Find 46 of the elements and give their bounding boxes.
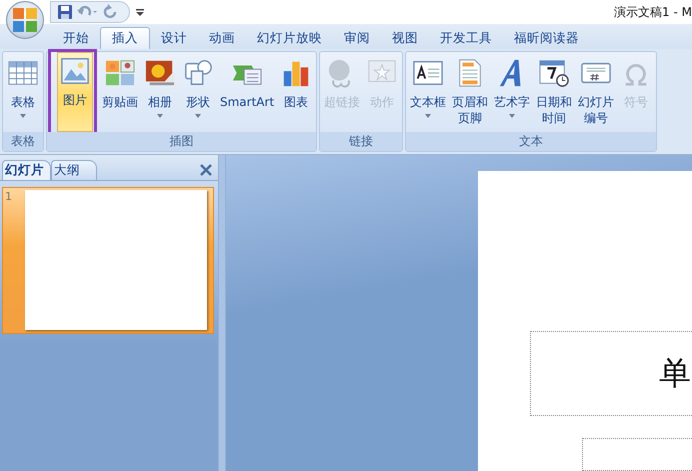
slide-number: 1: [5, 190, 13, 205]
textbox-icon: [412, 58, 444, 88]
ribbon-tab[interactable]: 福昕阅读器: [503, 27, 590, 49]
shapes-icon: [182, 58, 214, 88]
customize-menu-icon[interactable]: [136, 8, 144, 16]
caret-icon: [425, 114, 432, 118]
redo-icon[interactable]: [103, 4, 119, 20]
group-label: 表格: [3, 132, 43, 151]
caret-icon: [195, 114, 201, 118]
ribbon-tab[interactable]: 设计: [150, 27, 198, 49]
ribbon-tab[interactable]: 插入: [100, 27, 150, 49]
ribbon-tab[interactable]: 视图: [381, 27, 429, 49]
pane-tab[interactable]: 幻灯片: [2, 160, 51, 180]
ribbon-button[interactable]: 艺术字: [492, 54, 532, 132]
datetime-icon: [538, 58, 570, 88]
window-title: 演示文稿1 - M: [614, 4, 692, 20]
pane-tab[interactable]: 大纲: [51, 160, 97, 180]
ribbon-tab[interactable]: 动画: [198, 27, 246, 49]
group-label: 插图: [47, 132, 316, 151]
title-text: 单: [659, 352, 691, 394]
album-icon: [144, 58, 176, 88]
ribbon-button[interactable]: 日期和 时间: [534, 54, 574, 132]
ribbon-tab[interactable]: 审阅: [333, 27, 381, 49]
ribbon-button[interactable]: 幻灯片 编号: [576, 54, 616, 132]
title-placeholder[interactable]: 单: [530, 331, 692, 416]
ribbon-button[interactable]: 相册: [142, 54, 178, 132]
ribbon-button[interactable]: 图表: [278, 54, 314, 132]
ribbon-button[interactable]: SmartArt: [218, 54, 276, 132]
group-label: 文本: [406, 132, 656, 151]
ribbon-button[interactable]: 表格: [5, 54, 41, 132]
caret-icon: [20, 114, 26, 118]
save-icon[interactable]: [57, 4, 73, 20]
ribbon-tab[interactable]: 开发工具: [429, 27, 503, 49]
group-label: 链接: [320, 132, 402, 151]
caret-icon: [509, 114, 516, 118]
ribbon-button[interactable]: 页眉和 页脚: [450, 54, 490, 132]
ribbon-tab[interactable]: 开始: [52, 27, 100, 49]
close-icon[interactable]: [200, 164, 212, 176]
caret-icon: [157, 114, 163, 118]
ribbon-tab[interactable]: 幻灯片放映: [246, 27, 333, 49]
ribbon-button[interactable]: 文本框: [408, 54, 448, 132]
clipart-icon: [104, 58, 136, 88]
ribbon-button[interactable]: 形状: [180, 54, 216, 132]
ribbon-button[interactable]: 剪贴画: [100, 54, 140, 132]
ribbon-button[interactable]: 图片: [57, 52, 93, 132]
picture-icon: [59, 56, 91, 86]
